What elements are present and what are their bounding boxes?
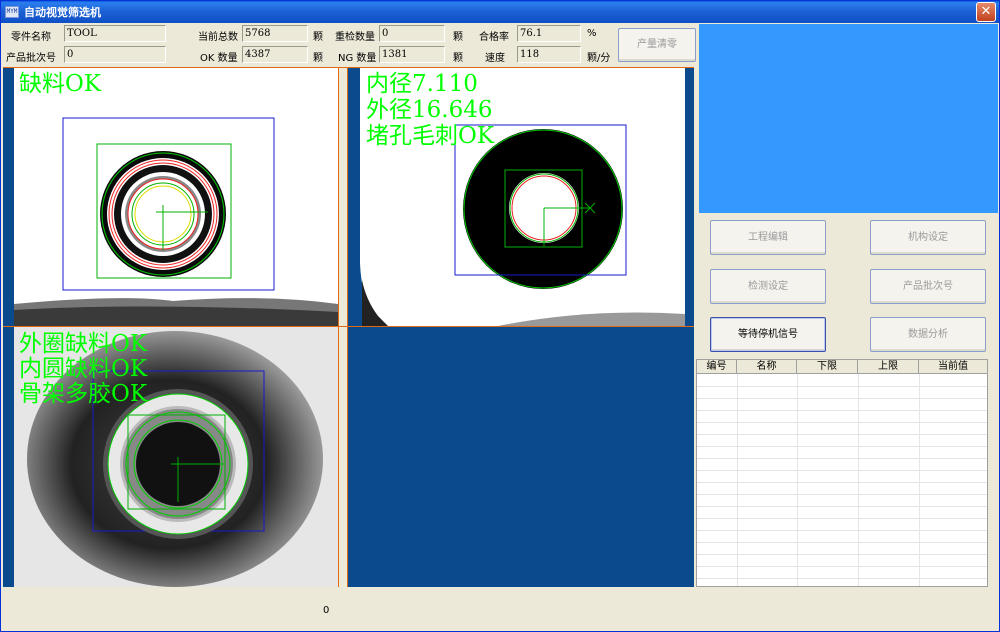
column-header[interactable]: 编号: [697, 360, 737, 373]
pass-rate-field: 76.1: [517, 25, 581, 42]
batch-label: 产品批次号: [6, 53, 56, 64]
speed-unit: 颗/分: [587, 53, 611, 64]
parameter-table[interactable]: 编号 名称 下限 上限 当前值: [696, 359, 988, 587]
pass-rate-label: 合格率: [479, 32, 509, 43]
view-right-divider: [347, 67, 348, 587]
view2-text-1: 内径7.110: [366, 71, 478, 97]
column-header[interactable]: 名称: [737, 360, 797, 373]
status-value: 0: [323, 605, 330, 616]
close-button[interactable]: ✕: [976, 2, 996, 22]
camera-view-3: 外圈缺料OK 内圆缺料OK 骨架多胶OK: [3, 327, 338, 587]
ok-label: OK 数量: [200, 53, 238, 64]
column-header[interactable]: 当前值: [919, 360, 987, 373]
column-header[interactable]: 下限: [797, 360, 858, 373]
camera-preview-panel: [699, 24, 998, 213]
total-label: 当前总数: [198, 32, 238, 43]
camera-view-1: 缺料OK: [3, 68, 338, 326]
ok-field: 4387: [242, 46, 308, 63]
ok-unit: 颗: [313, 53, 323, 64]
table-header: 编号 名称 下限 上限 当前值: [697, 360, 987, 374]
view2-text-2: 外径16.646: [366, 97, 493, 123]
total-unit: 颗: [313, 32, 323, 43]
mechanism-setup-button[interactable]: 机构设定: [870, 220, 986, 255]
camera-image-1: [3, 68, 338, 326]
ng-field: 1381: [379, 46, 445, 63]
view-top-border: [3, 67, 694, 68]
view2-text-3: 堵孔毛刺OK: [366, 123, 495, 149]
part-name-label: 零件名称: [11, 32, 51, 43]
app-icon: MYM: [5, 6, 19, 18]
main-window: MYM 自动视觉筛选机 ✕ 零件名称 TOOL 当前总数 5768 颗 重检数量…: [0, 0, 1000, 632]
view3-text-2: 内圆缺料OK: [19, 356, 148, 382]
data-analysis-button[interactable]: 数据分析: [870, 317, 986, 352]
table-gridlines: [697, 374, 987, 586]
ng-unit: 颗: [453, 53, 463, 64]
title-bar: MYM 自动视觉筛选机 ✕: [1, 1, 999, 23]
camera-view-2: 内径7.110 外径16.646 堵孔毛刺OK: [348, 68, 694, 326]
batch-field[interactable]: 0: [64, 46, 166, 63]
project-edit-button[interactable]: 工程编辑: [710, 220, 826, 255]
recheck-unit: 颗: [453, 32, 463, 43]
speed-field: 118: [517, 46, 581, 63]
column-header[interactable]: 上限: [858, 360, 919, 373]
product-batch-button[interactable]: 产品批次号: [870, 269, 986, 304]
view1-text-1: 缺料OK: [19, 71, 102, 97]
recheck-field: 0: [379, 25, 445, 42]
view3-text-3: 骨架多胶OK: [19, 381, 148, 407]
view-middle-border: [3, 326, 694, 327]
window-title: 自动视觉筛选机: [24, 6, 101, 19]
total-field: 5768: [242, 25, 308, 42]
part-name-field[interactable]: TOOL: [64, 25, 166, 42]
clear-count-button[interactable]: 产量清零: [618, 28, 696, 62]
speed-label: 速度: [485, 53, 505, 64]
ng-label: NG 数量: [338, 53, 377, 64]
camera-view-4: [348, 327, 694, 587]
pass-rate-unit: %: [587, 28, 597, 39]
wait-stop-signal-button[interactable]: 等待停机信号: [710, 317, 826, 352]
detection-setup-button[interactable]: 检测设定: [710, 269, 826, 304]
recheck-label: 重检数量: [335, 32, 375, 43]
view-left-divider: [338, 67, 339, 587]
view3-text-1: 外圈缺料OK: [19, 331, 148, 357]
